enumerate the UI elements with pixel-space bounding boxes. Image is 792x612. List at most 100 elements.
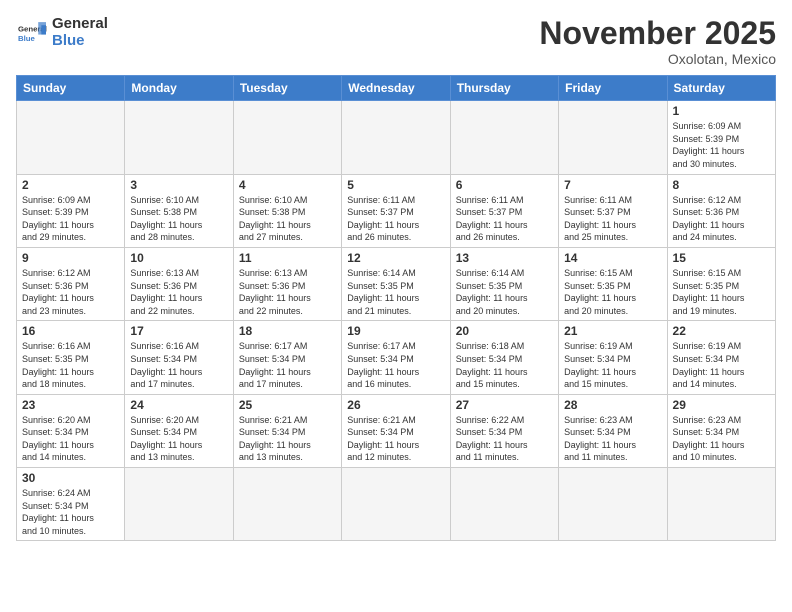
month-title: November 2025 xyxy=(539,16,776,51)
day-number: 16 xyxy=(22,324,119,338)
table-row xyxy=(559,468,667,541)
table-row: 29 Sunrise: 6:23 AM Sunset: 5:34 PM Dayli… xyxy=(667,394,775,467)
table-row: 17 Sunrise: 6:16 AM Sunset: 5:34 PM Dayli… xyxy=(125,321,233,394)
header-sunday: Sunday xyxy=(17,76,125,101)
table-row: 7 Sunrise: 6:11 AM Sunset: 5:37 PM Daylig… xyxy=(559,174,667,247)
day-info: Sunrise: 6:19 AM Sunset: 5:34 PM Dayligh… xyxy=(564,340,661,390)
table-row: 24 Sunrise: 6:20 AM Sunset: 5:34 PM Dayli… xyxy=(125,394,233,467)
day-info: Sunrise: 6:20 AM Sunset: 5:34 PM Dayligh… xyxy=(130,414,227,464)
table-row xyxy=(450,468,558,541)
table-row: 15 Sunrise: 6:15 AM Sunset: 5:35 PM Dayli… xyxy=(667,247,775,320)
day-info: Sunrise: 6:22 AM Sunset: 5:34 PM Dayligh… xyxy=(456,414,553,464)
day-number: 25 xyxy=(239,398,336,412)
table-row: 19 Sunrise: 6:17 AM Sunset: 5:34 PM Dayli… xyxy=(342,321,450,394)
table-row xyxy=(450,101,558,174)
header-thursday: Thursday xyxy=(450,76,558,101)
calendar: Sunday Monday Tuesday Wednesday Thursday… xyxy=(16,75,776,541)
day-info: Sunrise: 6:11 AM Sunset: 5:37 PM Dayligh… xyxy=(347,194,444,244)
day-number: 19 xyxy=(347,324,444,338)
day-number: 24 xyxy=(130,398,227,412)
logo-blue-text: Blue xyxy=(52,33,108,50)
table-row xyxy=(342,468,450,541)
table-row: 22Sunrise: 6:19 AM Sunset: 5:34 PM Dayli… xyxy=(667,321,775,394)
table-row: 26Sunrise: 6:21 AM Sunset: 5:34 PM Dayli… xyxy=(342,394,450,467)
table-row xyxy=(342,101,450,174)
logo: General Blue General Blue xyxy=(16,16,108,49)
table-row: 5 Sunrise: 6:11 AM Sunset: 5:37 PM Daylig… xyxy=(342,174,450,247)
table-row: 4 Sunrise: 6:10 AM Sunset: 5:38 PM Daylig… xyxy=(233,174,341,247)
table-row: 14 Sunrise: 6:15 AM Sunset: 5:35 PM Dayli… xyxy=(559,247,667,320)
day-number: 2 xyxy=(22,178,119,192)
day-info: Sunrise: 6:15 AM Sunset: 5:35 PM Dayligh… xyxy=(673,267,770,317)
day-info: Sunrise: 6:14 AM Sunset: 5:35 PM Dayligh… xyxy=(456,267,553,317)
day-number: 5 xyxy=(347,178,444,192)
day-number: 18 xyxy=(239,324,336,338)
day-number: 20 xyxy=(456,324,553,338)
day-info: Sunrise: 6:11 AM Sunset: 5:37 PM Dayligh… xyxy=(456,194,553,244)
day-info: Sunrise: 6:11 AM Sunset: 5:37 PM Dayligh… xyxy=(564,194,661,244)
weekday-header-row: Sunday Monday Tuesday Wednesday Thursday… xyxy=(17,76,776,101)
day-number: 22 xyxy=(673,324,770,338)
day-number: 28 xyxy=(564,398,661,412)
table-row: 10 Sunrise: 6:13 AM Sunset: 5:36 PM Dayli… xyxy=(125,247,233,320)
table-row: 3Sunrise: 6:10 AM Sunset: 5:38 PM Daylig… xyxy=(125,174,233,247)
day-number: 8 xyxy=(673,178,770,192)
day-info: Sunrise: 6:09 AM Sunset: 5:39 PM Dayligh… xyxy=(673,120,770,170)
header-saturday: Saturday xyxy=(667,76,775,101)
day-info: Sunrise: 6:21 AM Sunset: 5:34 PM Dayligh… xyxy=(239,414,336,464)
table-row: 1 Sunrise: 6:09 AM Sunset: 5:39 PM Daylig… xyxy=(667,101,775,174)
title-block: November 2025 Oxolotan, Mexico xyxy=(539,16,776,67)
day-number: 9 xyxy=(22,251,119,265)
table-row: 6Sunrise: 6:11 AM Sunset: 5:37 PM Daylig… xyxy=(450,174,558,247)
day-number: 29 xyxy=(673,398,770,412)
day-number: 14 xyxy=(564,251,661,265)
day-info: Sunrise: 6:13 AM Sunset: 5:36 PM Dayligh… xyxy=(239,267,336,317)
table-row: 12 Sunrise: 6:14 AM Sunset: 5:35 PM Dayli… xyxy=(342,247,450,320)
day-info: Sunrise: 6:23 AM Sunset: 5:34 PM Dayligh… xyxy=(564,414,661,464)
day-number: 11 xyxy=(239,251,336,265)
page: General Blue General Blue November 2025 … xyxy=(0,0,792,612)
table-row xyxy=(125,101,233,174)
generalblue-logo-icon: General Blue xyxy=(16,19,48,47)
day-info: Sunrise: 6:17 AM Sunset: 5:34 PM Dayligh… xyxy=(347,340,444,390)
day-info: Sunrise: 6:10 AM Sunset: 5:38 PM Dayligh… xyxy=(130,194,227,244)
day-info: Sunrise: 6:10 AM Sunset: 5:38 PM Dayligh… xyxy=(239,194,336,244)
table-row: 9 Sunrise: 6:12 AM Sunset: 5:36 PM Daylig… xyxy=(17,247,125,320)
day-info: Sunrise: 6:20 AM Sunset: 5:34 PM Dayligh… xyxy=(22,414,119,464)
day-number: 1 xyxy=(673,104,770,118)
table-row: 28 Sunrise: 6:23 AM Sunset: 5:34 PM Dayli… xyxy=(559,394,667,467)
location: Oxolotan, Mexico xyxy=(539,51,776,67)
table-row xyxy=(559,101,667,174)
header-tuesday: Tuesday xyxy=(233,76,341,101)
table-row xyxy=(667,468,775,541)
day-info: Sunrise: 6:24 AM Sunset: 5:34 PM Dayligh… xyxy=(22,487,119,537)
table-row: 20Sunrise: 6:18 AM Sunset: 5:34 PM Dayli… xyxy=(450,321,558,394)
day-number: 17 xyxy=(130,324,227,338)
day-number: 12 xyxy=(347,251,444,265)
day-number: 4 xyxy=(239,178,336,192)
day-number: 10 xyxy=(130,251,227,265)
day-number: 13 xyxy=(456,251,553,265)
day-info: Sunrise: 6:13 AM Sunset: 5:36 PM Dayligh… xyxy=(130,267,227,317)
header-monday: Monday xyxy=(125,76,233,101)
table-row xyxy=(233,468,341,541)
day-number: 15 xyxy=(673,251,770,265)
day-number: 27 xyxy=(456,398,553,412)
table-row: 27 Sunrise: 6:22 AM Sunset: 5:34 PM Dayli… xyxy=(450,394,558,467)
day-number: 7 xyxy=(564,178,661,192)
day-info: Sunrise: 6:17 AM Sunset: 5:34 PM Dayligh… xyxy=(239,340,336,390)
day-info: Sunrise: 6:12 AM Sunset: 5:36 PM Dayligh… xyxy=(22,267,119,317)
day-info: Sunrise: 6:09 AM Sunset: 5:39 PM Dayligh… xyxy=(22,194,119,244)
table-row xyxy=(17,101,125,174)
day-info: Sunrise: 6:14 AM Sunset: 5:35 PM Dayligh… xyxy=(347,267,444,317)
day-info: Sunrise: 6:15 AM Sunset: 5:35 PM Dayligh… xyxy=(564,267,661,317)
table-row: 2 Sunrise: 6:09 AM Sunset: 5:39 PM Daylig… xyxy=(17,174,125,247)
day-info: Sunrise: 6:23 AM Sunset: 5:34 PM Dayligh… xyxy=(673,414,770,464)
logo-general-text: General xyxy=(52,16,108,33)
day-info: Sunrise: 6:12 AM Sunset: 5:36 PM Dayligh… xyxy=(673,194,770,244)
table-row: 25 Sunrise: 6:21 AM Sunset: 5:34 PM Dayli… xyxy=(233,394,341,467)
day-info: Sunrise: 6:16 AM Sunset: 5:34 PM Dayligh… xyxy=(130,340,227,390)
table-row xyxy=(233,101,341,174)
header-wednesday: Wednesday xyxy=(342,76,450,101)
day-number: 23 xyxy=(22,398,119,412)
